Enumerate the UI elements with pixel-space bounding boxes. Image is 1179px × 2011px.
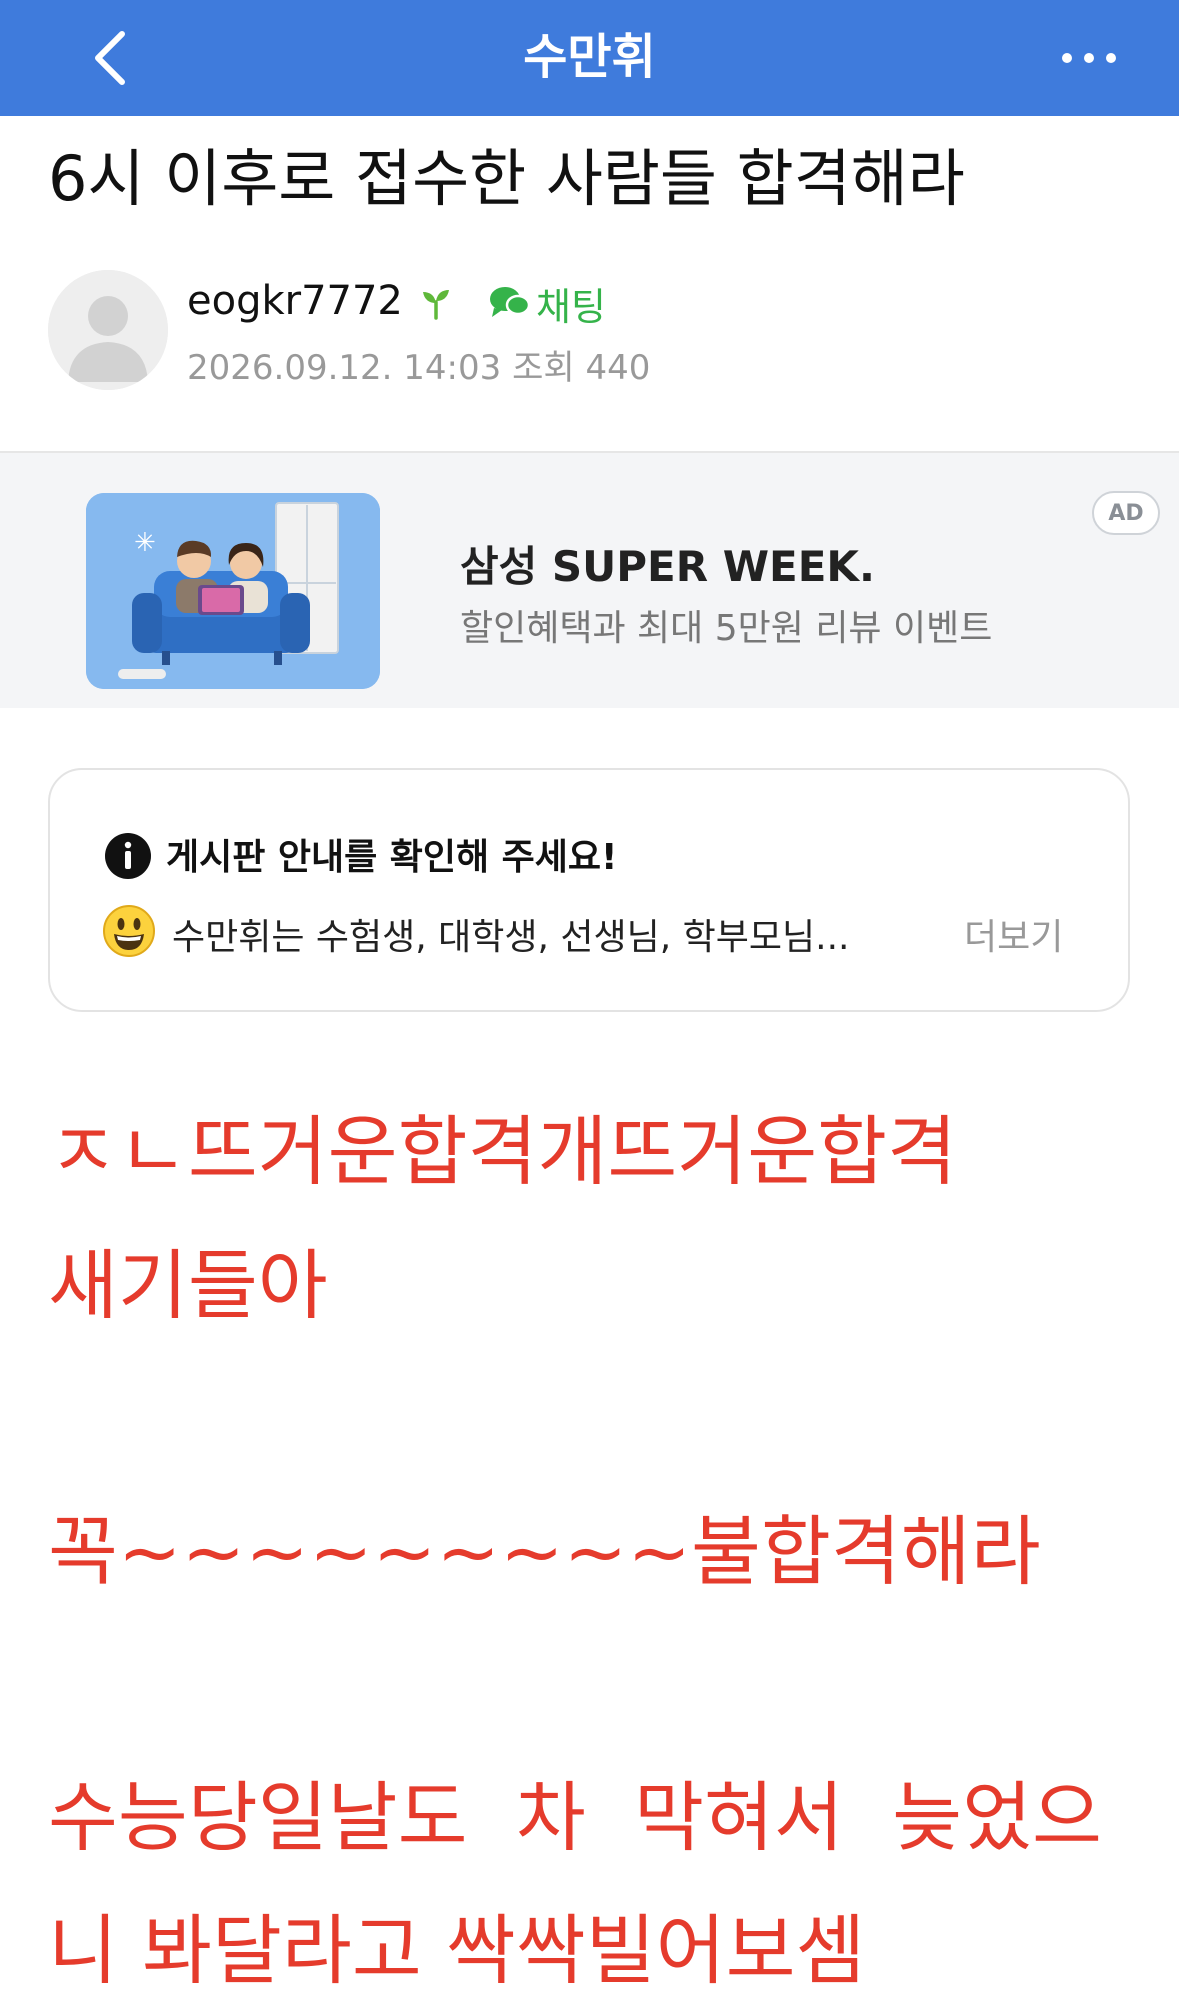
info-icon <box>105 833 151 879</box>
chat-bubbles-icon <box>490 287 530 317</box>
top-navigation-bar: 수만휘 <box>0 0 1179 116</box>
chat-button[interactable]: 채팅 <box>488 278 606 329</box>
post-body-line: ㅈㄴ뜨거운합격개뜨거운합격 <box>48 1107 957 1196</box>
views-label: 조회 <box>512 348 575 388</box>
default-avatar-icon <box>48 270 168 390</box>
ad-subtitle: 할인혜택과 최대 5만원 리뷰 이벤트 <box>460 608 993 649</box>
ad-title: 삼성 SUPER WEEK. <box>460 542 875 591</box>
post-body-line: 꼭~~~~~~~~~불합격해라 <box>48 1507 1041 1596</box>
post-meta: 2026.09.12. 14:03 조회 440 <box>187 340 650 389</box>
notice-body: 수만휘는 수험생, 대학생, 선생님, 학부모님... <box>172 917 850 958</box>
more-dot <box>1084 53 1094 63</box>
chat-label: 채팅 <box>536 284 606 329</box>
author-name[interactable]: eogkr7772 <box>187 278 403 324</box>
post-body-line: 새기들아 <box>48 1241 328 1330</box>
sprout-icon <box>423 290 449 320</box>
post-body-line: 수능당일날도 차 막혀서 늦었으 <box>48 1773 1102 1862</box>
more-dot <box>1106 53 1116 63</box>
svg-text:✳: ✳ <box>134 528 156 558</box>
smile-emoji-icon <box>103 905 155 957</box>
ad-banner[interactable]: ✳ AD 삼성 SUPER WEEK. 할인혜택과 최대 5만원 리뷰 이벤트 <box>0 451 1179 708</box>
more-horizontal-icon <box>1062 53 1072 63</box>
app-title: 수만휘 <box>523 29 656 85</box>
post-title: 6시 이후로 접수한 사람들 합격해라 <box>48 142 965 215</box>
more-options-button[interactable] <box>1039 18 1139 98</box>
post-date: 2026.09.12. 14:03 <box>187 348 502 388</box>
ad-badge: AD <box>1092 491 1160 535</box>
ad-image: ✳ <box>86 493 380 689</box>
avatar[interactable] <box>48 270 168 390</box>
ad-illustration: ✳ <box>86 493 380 689</box>
board-notice-card[interactable]: 게시판 안내를 확인해 주세요! 수만휘는 수험생, 대학생, 선생님, 학부모… <box>48 768 1130 1012</box>
view-count: 440 <box>585 348 651 388</box>
more-link[interactable]: 더보기 <box>964 908 1063 960</box>
notice-title: 게시판 안내를 확인해 주세요! <box>166 837 618 878</box>
post-body-line: 니 봐달라고 싹싹빌어보셈 <box>48 1906 866 1995</box>
